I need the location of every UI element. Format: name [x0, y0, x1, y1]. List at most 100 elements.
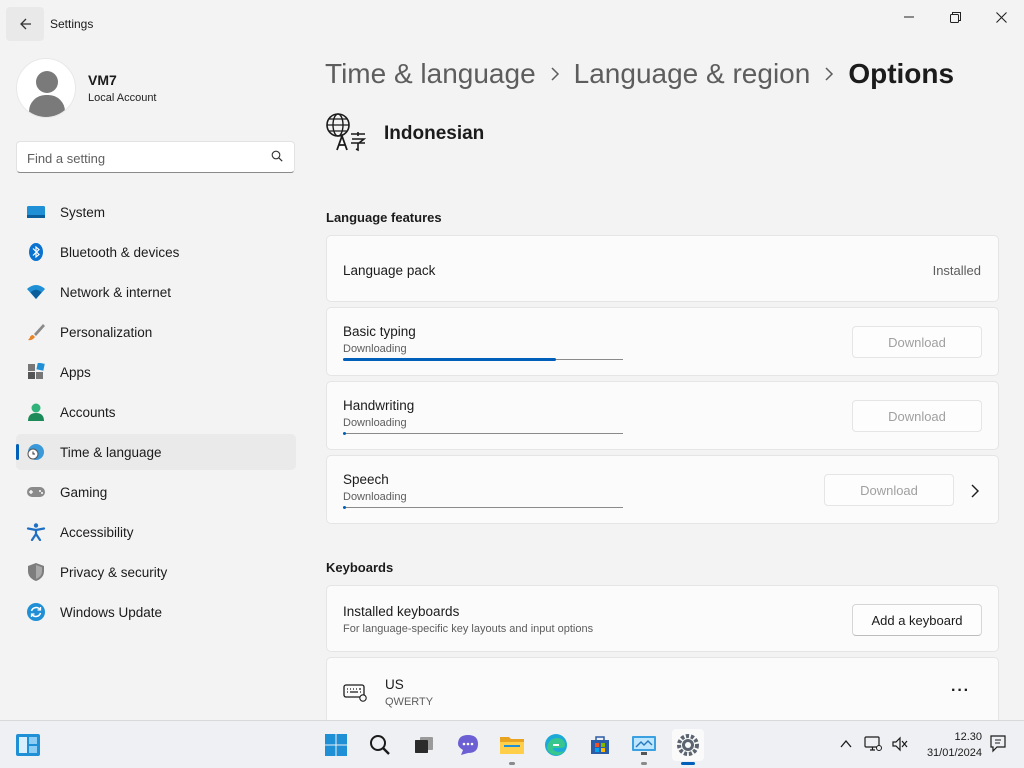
section-title-language-features: Language features: [326, 210, 442, 225]
page-title: Options: [848, 58, 955, 89]
taskbar-search[interactable]: [364, 729, 396, 761]
tray-notifications[interactable]: [988, 733, 1008, 755]
sidebar-item-windows-update[interactable]: Windows Update: [16, 594, 296, 630]
sidebar-item-system[interactable]: System: [16, 194, 296, 230]
taskbar-edge[interactable]: [540, 729, 572, 761]
taskbar-task-view[interactable]: [408, 729, 440, 761]
chevron-right-icon: [551, 67, 559, 81]
chevron-up-icon: [840, 740, 852, 748]
apps-icon: [28, 363, 45, 379]
handwriting-card: Handwriting Downloading Download: [326, 381, 999, 450]
taskbar-remote-desktop[interactable]: [628, 729, 660, 765]
sidebar-item-personalization[interactable]: Personalization: [16, 314, 296, 350]
basic-typing-label: Basic typing: [343, 324, 416, 339]
sidebar-item-accessibility[interactable]: Accessibility: [16, 514, 296, 550]
taskbar-widgets[interactable]: [12, 729, 44, 761]
back-button[interactable]: [6, 7, 44, 41]
settings-search: [16, 141, 295, 173]
sidebar-item-label: Network & internet: [60, 284, 172, 300]
tray-overflow[interactable]: [836, 733, 856, 755]
sidebar-item-network[interactable]: Network & internet: [16, 274, 296, 310]
minimize-icon: [904, 16, 914, 18]
user-profile[interactable]: VM7 Local Account: [16, 58, 296, 118]
maximize-icon: [949, 11, 961, 23]
keyboard-icon: [343, 684, 367, 702]
taskbar-start[interactable]: [320, 729, 352, 761]
edge-icon: [545, 734, 567, 756]
basic-typing-status: Downloading: [343, 343, 407, 355]
bluetooth-icon: [29, 243, 43, 261]
taskbar-settings[interactable]: [672, 729, 704, 765]
account-type: Local Account: [88, 92, 157, 104]
chat-icon: [458, 735, 478, 755]
breadcrumb-link-time-language[interactable]: Time & language: [325, 58, 536, 90]
installed-keyboards-label: Installed keyboards: [343, 604, 460, 619]
installed-keyboards-description: For language-specific key layouts and in…: [343, 623, 594, 635]
keyboard-name: US: [385, 677, 404, 692]
notification-icon: [990, 735, 1006, 753]
search-icon[interactable]: [271, 150, 283, 162]
speech-card[interactable]: Speech Downloading Download: [326, 455, 999, 524]
minimize-button[interactable]: [886, 4, 932, 30]
handwriting-label: Handwriting: [343, 398, 415, 413]
chevron-right-icon[interactable]: [970, 484, 980, 498]
wifi-icon: [27, 285, 45, 299]
speech-progress: [343, 506, 623, 509]
more-options-icon[interactable]: ···: [951, 682, 970, 700]
user-name: VM7: [88, 72, 117, 88]
sidebar-item-apps[interactable]: Apps: [16, 354, 296, 390]
start-icon: [325, 734, 347, 756]
windows-update-icon: [27, 603, 45, 621]
taskbar-chat[interactable]: [452, 729, 484, 761]
basic-typing-download-button[interactable]: Download: [852, 326, 982, 358]
sidebar-item-privacy[interactable]: Privacy & security: [16, 554, 296, 590]
section-title-keyboards: Keyboards: [326, 560, 394, 575]
handwriting-download-button[interactable]: Download: [852, 400, 982, 432]
clock-date: 31/01/2024: [926, 747, 982, 759]
title-bar: Settings: [0, 0, 1024, 48]
sidebar-item-bluetooth[interactable]: Bluetooth & devices: [16, 234, 296, 270]
system-monitor-icon: [27, 206, 45, 218]
sidebar-item-label: Bluetooth & devices: [60, 244, 180, 260]
sidebar-item-time-language[interactable]: Time & language: [16, 434, 296, 470]
settings-icon: [677, 734, 699, 756]
installed-keyboards-card: Installed keyboards For language-specifi…: [326, 585, 999, 652]
accessibility-icon: [26, 523, 46, 541]
taskbar-file-explorer[interactable]: [496, 729, 528, 765]
basic-typing-progress: [343, 358, 623, 361]
task-view-icon: [415, 737, 433, 753]
tray-network[interactable]: [863, 733, 883, 755]
breadcrumb-link-language-region[interactable]: Language & region: [574, 58, 811, 90]
keyboard-layout: QWERTY: [385, 696, 434, 708]
maximize-button[interactable]: [932, 4, 978, 30]
sidebar-item-label: Time & language: [60, 444, 162, 460]
search-input[interactable]: [27, 148, 257, 168]
taskbar-store[interactable]: [584, 729, 616, 761]
language-pack-card: Language pack Installed: [326, 235, 999, 302]
chevron-right-icon: [825, 67, 834, 81]
sidebar-item-accounts[interactable]: Accounts: [16, 394, 296, 430]
close-icon: [995, 11, 1007, 23]
volume-muted-icon: [892, 736, 908, 752]
network-icon: [864, 736, 882, 751]
file-explorer-icon: [500, 737, 524, 754]
paintbrush-icon: [28, 324, 45, 341]
arrow-left-icon: [20, 18, 31, 30]
accounts-icon: [28, 403, 44, 421]
store-icon: [591, 736, 609, 754]
tray-volume[interactable]: [890, 733, 910, 755]
language-icon: [326, 113, 367, 152]
remote-desktop-icon: [632, 736, 656, 755]
clock-time: 12.30: [954, 731, 982, 743]
speech-download-button[interactable]: Download: [824, 474, 954, 506]
keyboard-item-us[interactable]: US QWERTY ···: [326, 657, 999, 727]
close-button[interactable]: [978, 4, 1024, 30]
widgets-icon: [16, 734, 40, 756]
sidebar-item-gaming[interactable]: Gaming: [16, 474, 296, 510]
sidebar-item-label: Privacy & security: [60, 564, 168, 580]
system-clock[interactable]: 12.30 31/01/2024: [927, 729, 982, 761]
sidebar-item-label: Personalization: [60, 324, 153, 340]
search-icon: [370, 735, 390, 755]
add-keyboard-button[interactable]: Add a keyboard: [852, 604, 982, 636]
app-title: Settings: [50, 17, 94, 31]
